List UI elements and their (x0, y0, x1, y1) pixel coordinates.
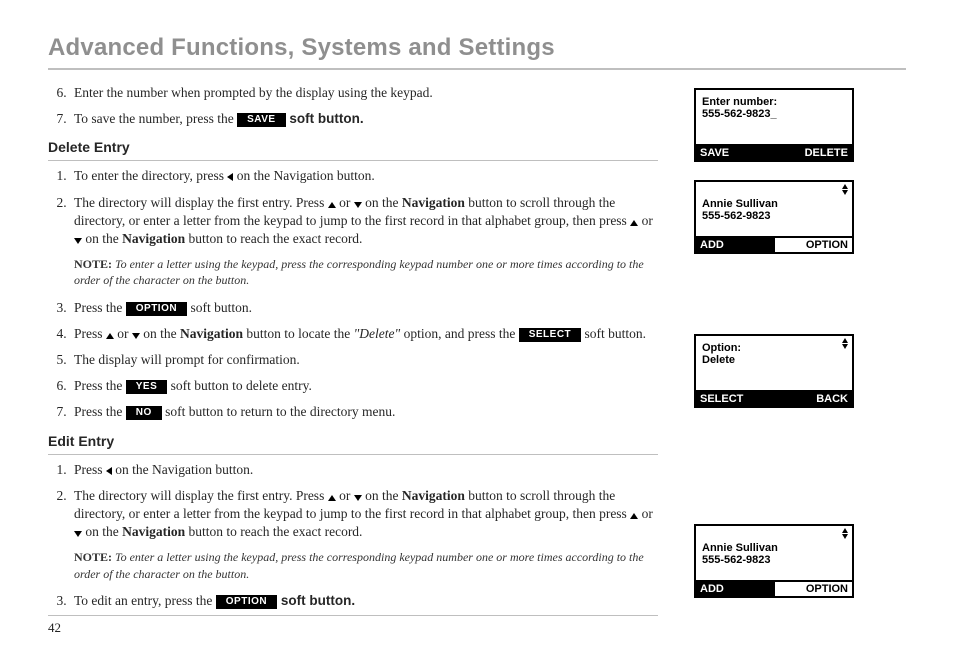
edit-step-3: To edit an entry, press the OPTION soft … (70, 592, 658, 610)
step-7-a: To save the number, press the (74, 111, 237, 126)
screen-line: Annie Sullivan (702, 198, 846, 210)
up-arrow-icon (328, 495, 336, 501)
down-arrow-icon (132, 333, 140, 339)
step-7-b: soft button. (286, 111, 364, 126)
screen-softkey-right: OPTION (773, 582, 852, 596)
screen-softkey-right: DELETE (773, 146, 852, 160)
screen-line: 555-562-9823 (702, 554, 846, 566)
screen-softkey-left: SAVE (696, 146, 773, 160)
yes-softkey: YES (126, 380, 168, 394)
text-column: Enter the number when prompted by the di… (48, 84, 658, 618)
screen-softkey-right: OPTION (773, 238, 852, 252)
screen-line: Delete (702, 354, 846, 366)
save-softkey: SAVE (237, 113, 286, 127)
edit-steps-cont: To edit an entry, press the OPTION soft … (48, 592, 658, 610)
screens-column: Enter number: 555-562-9823_ SAVE DELETE … (686, 84, 906, 618)
select-softkey: SELECT (519, 328, 581, 342)
edit-steps: Press on the Navigation button. The dire… (48, 461, 658, 542)
edit-entry-heading: Edit Entry (48, 432, 658, 455)
screen-softkey-left: ADD (696, 238, 773, 252)
edit-step-1: Press on the Navigation button. (70, 461, 658, 479)
page-title: Advanced Functions, Systems and Settings (48, 34, 906, 70)
scroll-indicator-icon (842, 338, 848, 349)
page-number: 42 (48, 615, 658, 636)
scroll-indicator-icon (842, 184, 848, 195)
delete-steps: To enter the directory, press on the Nav… (48, 167, 658, 248)
delete-step-7: Press the NO soft button to return to th… (70, 403, 658, 421)
down-arrow-icon (354, 495, 362, 501)
screen-line: Enter number: (702, 96, 846, 108)
screen-softkey-right: BACK (773, 392, 852, 406)
delete-step-6: Press the YES soft button to delete entr… (70, 377, 658, 395)
step-6: Enter the number when prompted by the di… (70, 84, 658, 102)
screen-line: 555-562-9823 (702, 210, 846, 222)
delete-entry-heading: Delete Entry (48, 138, 658, 161)
delete-step-1: To enter the directory, press on the Nav… (70, 167, 658, 185)
screen-line: 555-562-9823_ (702, 108, 846, 120)
no-softkey: NO (126, 406, 162, 420)
delete-step-2: The directory will display the first ent… (70, 194, 658, 249)
screen-option-delete: Option: Delete SELECT BACK (694, 334, 854, 408)
delete-step-3: Press the OPTION soft button. (70, 299, 658, 317)
up-arrow-icon (630, 220, 638, 226)
option-softkey: OPTION (126, 302, 187, 316)
down-arrow-icon (354, 202, 362, 208)
step-7: To save the number, press the SAVE soft … (70, 110, 658, 128)
intro-steps: Enter the number when prompted by the di… (48, 84, 658, 128)
scroll-indicator-icon (842, 528, 848, 539)
delete-step-5: The display will prompt for confirmation… (70, 351, 658, 369)
screen-line: Annie Sullivan (702, 542, 846, 554)
down-arrow-icon (74, 531, 82, 537)
delete-step-4: Press or on the Navigation button to loc… (70, 325, 658, 343)
up-arrow-icon (630, 513, 638, 519)
step-6-text: Enter the number when prompted by the di… (74, 85, 433, 100)
content-columns: Enter the number when prompted by the di… (48, 84, 906, 618)
screen-line: Option: (702, 342, 846, 354)
up-arrow-icon (328, 202, 336, 208)
screen-contact-1: Annie Sullivan 555-562-9823 ADD OPTION (694, 180, 854, 254)
option-softkey: OPTION (216, 595, 277, 609)
page: Advanced Functions, Systems and Settings… (0, 0, 954, 656)
down-arrow-icon (74, 238, 82, 244)
edit-note: NOTE: To enter a letter using the keypad… (74, 549, 658, 581)
delete-note: NOTE: To enter a letter using the keypad… (74, 256, 658, 288)
edit-step-2: The directory will display the first ent… (70, 487, 658, 542)
screen-softkey-left: ADD (696, 582, 773, 596)
up-arrow-icon (106, 333, 114, 339)
delete-steps-cont: Press the OPTION soft button. Press or o… (48, 299, 658, 422)
screen-softkey-left: SELECT (696, 392, 773, 406)
screen-enter-number: Enter number: 555-562-9823_ SAVE DELETE (694, 88, 854, 162)
screen-contact-2: Annie Sullivan 555-562-9823 ADD OPTION (694, 524, 854, 598)
